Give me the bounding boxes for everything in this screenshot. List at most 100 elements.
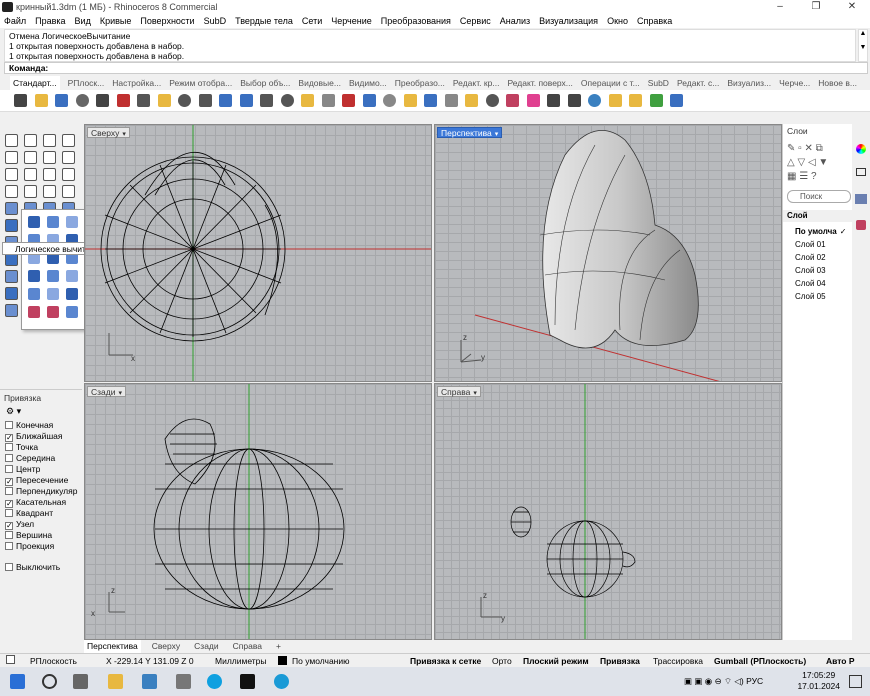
material-icon[interactable]	[465, 94, 478, 107]
snap-icon[interactable]	[403, 94, 417, 107]
viewport-tab[interactable]: Перспектива	[84, 640, 141, 653]
viewport-back-label[interactable]: Сзади ▾	[87, 386, 126, 397]
menu-tools[interactable]: Сервис	[460, 14, 491, 28]
close-button[interactable]: ✕	[834, 0, 870, 14]
viewport-layout-icon[interactable]	[342, 94, 355, 107]
viewport-top[interactable]: Сверху ▾ x	[84, 124, 432, 382]
menu-transform[interactable]: Преобразования	[381, 14, 451, 28]
material-icon[interactable]	[856, 220, 866, 230]
viewport-right[interactable]: Справа ▾ zy	[434, 383, 782, 640]
osnap-option[interactable]: ✓ Ближайшая	[5, 431, 63, 442]
solid-tool-icon[interactable]	[47, 216, 59, 228]
save-icon[interactable]	[55, 94, 68, 107]
zoom-extents-icon[interactable]	[280, 94, 294, 107]
osnap-checkbox[interactable]	[5, 454, 13, 462]
osnap-disable[interactable]: Выключить	[5, 562, 60, 572]
notifications-icon[interactable]	[849, 675, 862, 688]
toolbar-tab[interactable]: Визуализ...	[727, 76, 771, 90]
osnap-checkbox[interactable]	[5, 443, 13, 451]
layer-row[interactable]: Слой 01	[783, 238, 853, 251]
menu-view[interactable]: Вид	[75, 14, 91, 28]
solid-tool-icon[interactable]	[28, 216, 40, 228]
clock[interactable]: 17:05:29 17.01.2024	[797, 670, 840, 692]
osnap-option[interactable]: ✓ Касательная	[5, 497, 66, 508]
viewport-perspective-label[interactable]: Перспектива ▾	[437, 127, 503, 138]
viewport-perspective[interactable]: Перспектива ▾ zy	[434, 124, 782, 382]
solid-tool-icon[interactable]	[28, 306, 40, 318]
toggle-smarttrack[interactable]: Трассировка	[653, 656, 703, 666]
toolbar-tab[interactable]: Видовые...	[298, 76, 341, 90]
toolbar-tab[interactable]: Редакт. поверх...	[507, 76, 572, 90]
solid-tool-icon[interactable]	[66, 288, 78, 300]
cut-icon[interactable]	[116, 94, 130, 107]
help-icon[interactable]	[649, 94, 663, 107]
rhino-taskbar-icon[interactable]	[240, 674, 255, 689]
current-layer-check-icon[interactable]: ✓	[840, 227, 847, 236]
tool-button[interactable]	[43, 151, 56, 164]
layer-row[interactable]: Слой 02	[783, 251, 853, 264]
tool-button[interactable]	[62, 168, 75, 181]
menu-drafting[interactable]: Черчение	[331, 14, 372, 28]
tool-button[interactable]	[24, 151, 37, 164]
edge-icon[interactable]	[274, 674, 289, 689]
toolbar-tab[interactable]: Черче...	[779, 76, 810, 90]
toggle-grid-snap[interactable]: Привязка к сетке	[410, 656, 481, 666]
tool-button[interactable]	[5, 304, 18, 317]
solid-tool-icon[interactable]	[66, 306, 78, 318]
language-indicator[interactable]: РУС	[746, 676, 763, 686]
tool-button[interactable]	[62, 185, 75, 198]
osnap-option[interactable]: Точка	[5, 442, 38, 452]
menu-subd[interactable]: SubD	[204, 14, 227, 28]
sphere-icon[interactable]	[547, 94, 560, 107]
menu-window[interactable]: Окно	[607, 14, 628, 28]
tool-button[interactable]	[43, 134, 56, 147]
tool-button[interactable]	[5, 219, 18, 232]
status-cplane[interactable]: РПлоскость	[30, 656, 77, 666]
solid-tool-icon[interactable]	[47, 306, 59, 318]
menu-edit[interactable]: Правка	[35, 14, 65, 28]
osnap-option[interactable]: ✓ Узел	[5, 519, 34, 530]
osnap-checkbox[interactable]	[5, 531, 13, 539]
solid-tool-icon[interactable]	[28, 270, 40, 282]
menu-help[interactable]: Справка	[637, 14, 672, 28]
tool-button[interactable]	[24, 185, 37, 198]
lock-icon[interactable]	[444, 94, 458, 107]
toolbar-tab[interactable]: SubD	[648, 76, 669, 90]
toggle-osnap[interactable]: Привязка	[600, 656, 640, 666]
add-viewport-tab-button[interactable]: +	[273, 640, 284, 653]
select-icon[interactable]	[383, 94, 396, 107]
menu-analyze[interactable]: Анализ	[500, 14, 530, 28]
settings-icon[interactable]	[588, 94, 601, 107]
toolbar-tab[interactable]: Режим отобра...	[169, 76, 232, 90]
solid-tool-icon[interactable]	[47, 270, 59, 282]
paste-icon[interactable]	[157, 94, 171, 107]
car-icon[interactable]	[362, 94, 376, 107]
toolbar-tab[interactable]: Операции с т...	[581, 76, 640, 90]
skype-icon[interactable]	[207, 674, 222, 689]
menu-solids[interactable]: Твердые тела	[235, 14, 293, 28]
menu-meshes[interactable]: Сети	[302, 14, 322, 28]
grid-icon[interactable]	[608, 94, 622, 107]
osnap-option[interactable]: Центр	[5, 464, 40, 474]
layer-row[interactable]: Слой 04	[783, 277, 853, 290]
menu-render[interactable]: Визуализация	[539, 14, 598, 28]
toggle-gumball[interactable]: Gumball (РПлоскость)	[714, 656, 806, 666]
osnap-checkbox[interactable]	[5, 465, 13, 473]
tool-button[interactable]	[5, 287, 18, 300]
search-icon[interactable]	[42, 674, 57, 689]
osnap-checkbox[interactable]: ✓	[5, 522, 13, 530]
tool-button[interactable]	[5, 134, 18, 147]
tool-button[interactable]	[24, 168, 37, 181]
menu-curves[interactable]: Кривые	[100, 14, 132, 28]
render-icon[interactable]	[855, 194, 867, 204]
osnap-option[interactable]: Конечная	[5, 420, 53, 430]
osnap-checkbox[interactable]: ✓	[5, 478, 13, 486]
toolbar-tab[interactable]: Видимо...	[349, 76, 387, 90]
osnap-option[interactable]: Квадрант	[5, 508, 53, 518]
osnap-option[interactable]: Перпендикуляр	[5, 486, 77, 496]
toolbar-tab[interactable]: Редакт. с...	[677, 76, 719, 90]
toolbar-tab[interactable]: Настройка...	[112, 76, 161, 90]
pan-icon[interactable]	[198, 94, 212, 107]
viewport-tab[interactable]: Сзади	[191, 640, 221, 653]
osnap-checkbox[interactable]	[5, 421, 13, 429]
